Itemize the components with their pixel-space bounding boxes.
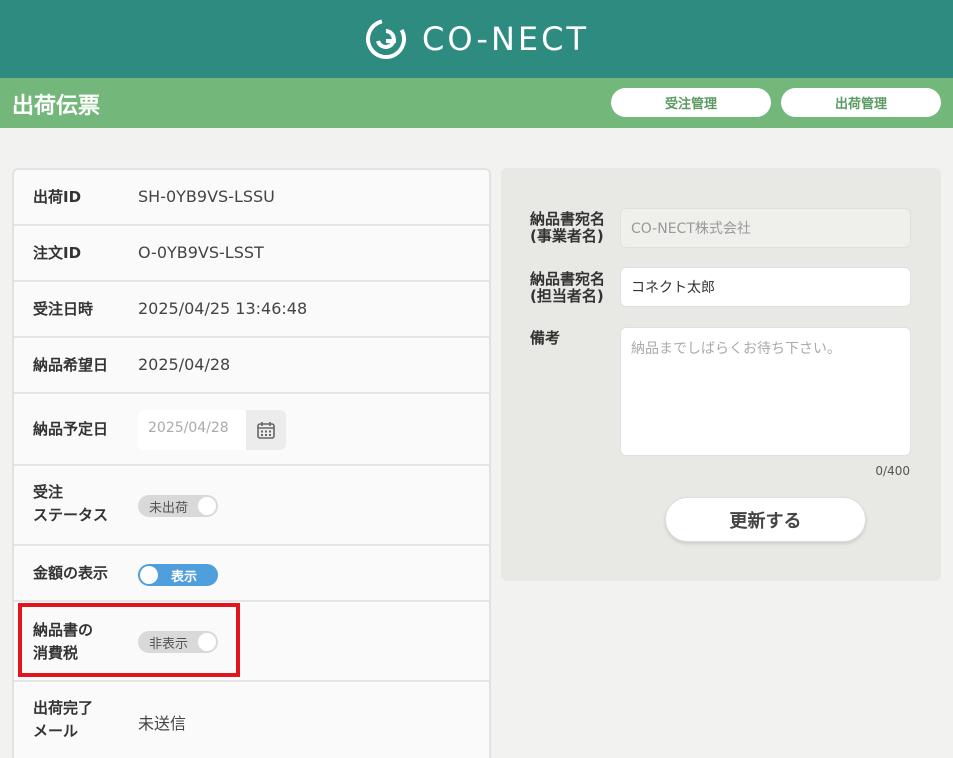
remarks-char-counter: 0/400	[875, 464, 910, 478]
company-name-label-line1: 納品書宛名	[530, 210, 606, 228]
remarks-textarea[interactable]: 納品までしばらくお待ち下さい。	[620, 327, 911, 456]
shipping-mail-value: 未送信	[138, 714, 187, 733]
row-order-id: 注文ID O-0YB9VS-LSST	[14, 226, 489, 282]
person-name-label: 納品書宛名 (担当者名)	[530, 271, 605, 305]
scheduled-date-input[interactable]: 2025/04/28	[148, 420, 229, 436]
person-name-label-line2: (担当者名)	[530, 287, 604, 305]
desired-date-value: 2025/04/28	[138, 355, 231, 374]
row-scheduled-date: 納品予定日 2025/04/28	[14, 394, 489, 466]
row-order-datetime: 受注日時 2025/04/25 13:46:48	[14, 282, 489, 338]
row-shipping-mail: 出荷完了 メール 未送信	[14, 682, 489, 758]
company-name-label: 納品書宛名 (事業者名)	[530, 211, 605, 245]
order-status-toggle[interactable]: 未出荷	[138, 495, 218, 517]
scheduled-date-label: 納品予定日	[33, 420, 109, 438]
order-status-label-line1: 受注	[33, 483, 64, 501]
person-name-label-line1: 納品書宛名	[530, 270, 606, 288]
desired-date-label: 納品希望日	[33, 356, 109, 374]
toggle-knob	[140, 566, 158, 584]
row-desired-date: 納品希望日 2025/04/28	[14, 338, 489, 394]
shipping-mail-label-line2: メール	[33, 722, 79, 740]
person-name-field[interactable]: コネクト太郎	[620, 267, 911, 307]
toggle-knob	[198, 497, 216, 515]
order-id-label: 注文ID	[33, 244, 82, 262]
order-management-button[interactable]: 受注管理	[611, 88, 771, 117]
price-display-toggle-label: 表示	[171, 570, 198, 585]
remarks-label: 備考	[530, 329, 561, 347]
page-title: 出荷伝票	[12, 94, 101, 119]
brand-logo: CO-NECT	[364, 17, 589, 61]
calendar-button[interactable]	[246, 410, 286, 450]
shipping-id-label: 出荷ID	[33, 188, 82, 206]
price-display-label: 金額の表示	[33, 564, 109, 582]
shipping-mail-label-line1: 出荷完了	[33, 699, 94, 717]
shipping-mail-label: 出荷完了 メール	[33, 697, 93, 743]
shipping-id-value: SH-0YB9VS-LSSU	[138, 187, 275, 206]
order-status-label-line2: ステータス	[33, 506, 109, 524]
order-status-label: 受注 ステータス	[33, 481, 108, 527]
page-header-bar: 出荷伝票 受注管理 出荷管理	[0, 78, 953, 128]
row-price-display: 金額の表示 表示	[14, 546, 489, 602]
calendar-icon	[257, 422, 275, 439]
order-datetime-label: 受注日時	[33, 300, 94, 318]
highlight-annotation	[18, 603, 240, 677]
row-order-status: 受注 ステータス 未出荷	[14, 466, 489, 546]
co-nect-logo-icon	[365, 19, 406, 59]
scheduled-date-picker[interactable]: 2025/04/28	[138, 410, 286, 450]
invoice-form-panel: 納品書宛名 (事業者名) CO-NECT株式会社 納品書宛名 (担当者名) コネ…	[501, 168, 941, 581]
row-shipping-id: 出荷ID SH-0YB9VS-LSSU	[14, 170, 489, 226]
shipping-management-button[interactable]: 出荷管理	[781, 88, 941, 117]
order-status-toggle-label: 未出荷	[149, 501, 189, 516]
company-name-label-line2: (事業者名)	[530, 227, 604, 245]
top-header: CO-NECT	[0, 0, 953, 78]
order-id-value: O-0YB9VS-LSST	[138, 243, 264, 262]
order-datetime-value: 2025/04/25 13:46:48	[138, 299, 308, 318]
company-name-field: CO-NECT株式会社	[620, 208, 911, 248]
price-display-toggle[interactable]: 表示	[138, 564, 218, 586]
update-button[interactable]: 更新する	[665, 497, 866, 542]
brand-name: CO-NECT	[421, 20, 589, 58]
